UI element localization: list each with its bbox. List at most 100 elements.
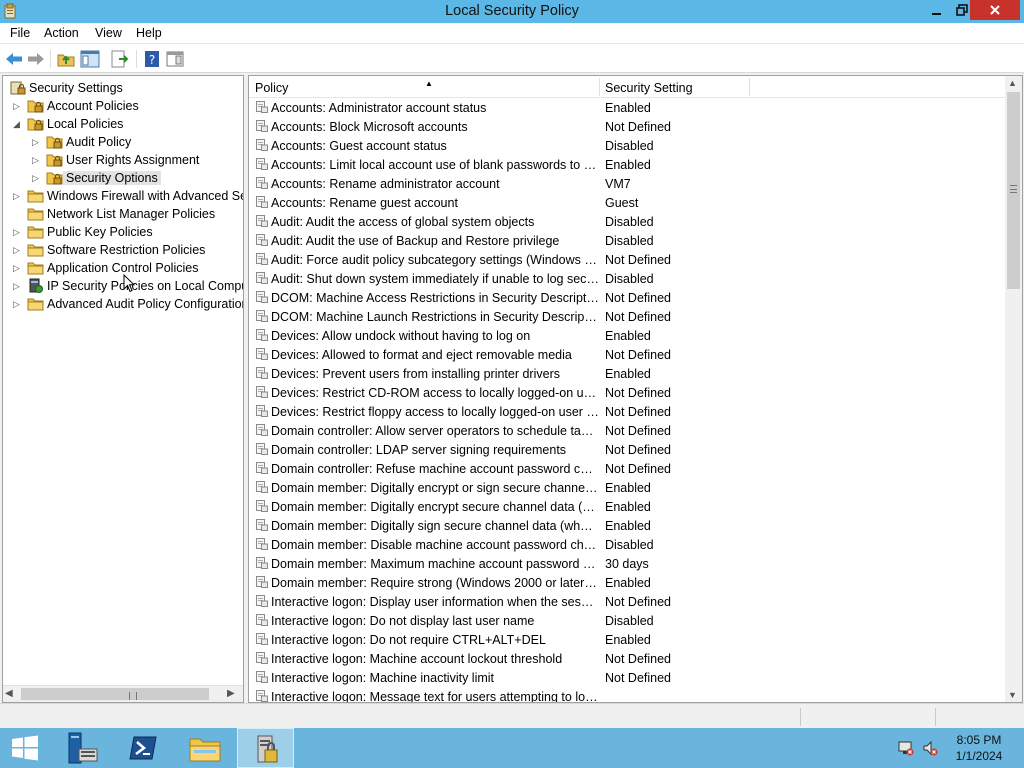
volume-muted-icon[interactable] <box>922 740 938 756</box>
security-setting-value: Guest <box>605 196 639 210</box>
menu-view[interactable]: View <box>95 26 122 40</box>
table-row[interactable]: Accounts: Administrator account status En… <box>249 98 1006 117</box>
table-row[interactable]: Audit: Audit the access of global system… <box>249 212 1006 231</box>
tree-item[interactable]: ▷ User Rights Assignment <box>3 151 243 169</box>
table-row[interactable]: Domain member: Digitally encrypt secure … <box>249 497 1006 516</box>
table-row[interactable]: Domain member: Digitally encrypt or sign… <box>249 478 1006 497</box>
policy-name: Devices: Restrict floppy access to local… <box>271 405 599 419</box>
back-arrow-icon[interactable] <box>4 49 24 69</box>
tree-item[interactable]: Security Settings <box>3 79 243 97</box>
table-row[interactable]: Interactive logon: Message text for user… <box>249 687 1006 702</box>
security-setting-value: Enabled <box>605 101 651 115</box>
table-row[interactable]: Devices: Restrict CD-ROM access to local… <box>249 383 1006 402</box>
tree-item-label: Application Control Policies <box>47 261 199 275</box>
table-row[interactable]: Interactive logon: Display user informat… <box>249 592 1006 611</box>
column-divider[interactable] <box>599 78 600 96</box>
table-row[interactable]: Domain controller: LDAP server signing r… <box>249 440 1006 459</box>
expanded-arrow-icon[interactable]: ◢ <box>13 118 23 130</box>
forward-arrow-icon[interactable] <box>26 49 46 69</box>
tree-item[interactable]: ▷ Public Key Policies <box>3 223 243 241</box>
policy-item-icon <box>256 424 268 436</box>
table-row[interactable]: Domain controller: Refuse machine accoun… <box>249 459 1006 478</box>
start-button[interactable] <box>0 728 57 768</box>
table-row[interactable]: Audit: Force audit policy subcategory se… <box>249 250 1006 269</box>
scroll-up-icon[interactable]: ▲ <box>1008 78 1017 88</box>
table-row[interactable]: Interactive logon: Machine inactivity li… <box>249 668 1006 687</box>
security-setting-value: VM7 <box>605 177 631 191</box>
tree-item[interactable]: Network List Manager Policies <box>3 205 243 223</box>
tree-item[interactable]: ▷ Software Restriction Policies <box>3 241 243 259</box>
table-row[interactable]: Accounts: Limit local account use of bla… <box>249 155 1006 174</box>
taskbar-clock[interactable]: 8:05 PM 1/1/2024 <box>944 732 1014 764</box>
table-row[interactable]: Devices: Allow undock without having to … <box>249 326 1006 345</box>
security-setting-value: Enabled <box>605 500 651 514</box>
file-explorer-button[interactable] <box>177 728 234 768</box>
scroll-thumb[interactable] <box>21 688 209 700</box>
collapsed-arrow-icon[interactable]: ▷ <box>13 280 23 292</box>
table-row[interactable]: DCOM: Machine Launch Restrictions in Sec… <box>249 307 1006 326</box>
tree-horizontal-scrollbar[interactable]: ◀ ▶ <box>3 685 243 702</box>
table-row[interactable]: Domain member: Maximum machine account p… <box>249 554 1006 573</box>
collapsed-arrow-icon[interactable]: ▷ <box>13 190 23 202</box>
collapsed-arrow-icon[interactable]: ▷ <box>32 154 42 166</box>
collapsed-arrow-icon[interactable]: ▷ <box>13 298 23 310</box>
tree-item[interactable]: ▷ Account Policies <box>3 97 243 115</box>
server-manager-button[interactable] <box>57 728 114 768</box>
collapsed-arrow-icon[interactable]: ▷ <box>32 172 42 184</box>
column-header-security-setting[interactable]: Security Setting <box>605 76 745 98</box>
column-header-policy[interactable]: Policy ▲ <box>255 76 599 98</box>
table-row[interactable]: Domain controller: Allow server operator… <box>249 421 1006 440</box>
close-button[interactable] <box>970 0 1020 20</box>
table-row[interactable]: Devices: Allowed to format and eject rem… <box>249 345 1006 364</box>
tree-item[interactable]: ▷ Audit Policy <box>3 133 243 151</box>
collapsed-arrow-icon[interactable]: ▷ <box>13 244 23 256</box>
security-setting-value: Disabled <box>605 272 654 286</box>
up-folder-icon[interactable] <box>56 49 76 69</box>
table-row[interactable]: Devices: Restrict floppy access to local… <box>249 402 1006 421</box>
policy-item-icon <box>256 652 268 664</box>
scroll-left-icon[interactable]: ◀ <box>5 688 17 700</box>
scroll-thumb[interactable] <box>1007 92 1020 289</box>
show-hide-console-tree-icon[interactable] <box>80 49 100 69</box>
table-row[interactable]: Domain member: Digitally sign secure cha… <box>249 516 1006 535</box>
help-icon[interactable]: ? <box>142 49 162 69</box>
menu-help[interactable]: Help <box>136 26 162 40</box>
menu-action[interactable]: Action <box>44 26 79 40</box>
scroll-right-icon[interactable]: ▶ <box>227 688 239 700</box>
title-bar[interactable]: Local Security Policy <box>0 0 1024 23</box>
scroll-down-icon[interactable]: ▼ <box>1008 690 1017 700</box>
collapsed-arrow-icon[interactable]: ▷ <box>13 226 23 238</box>
tree-item[interactable]: ▷ Windows Firewall with Advanced Security <box>3 187 243 205</box>
collapsed-arrow-icon[interactable]: ▷ <box>13 100 23 112</box>
table-row[interactable]: Domain member: Disable machine account p… <box>249 535 1006 554</box>
table-row[interactable]: Audit: Audit the use of Backup and Resto… <box>249 231 1006 250</box>
tree-item[interactable]: ▷ Advanced Audit Policy Configuration <box>3 295 243 313</box>
policy-item-icon <box>256 500 268 512</box>
column-divider[interactable] <box>749 78 750 96</box>
table-row[interactable]: Devices: Prevent users from installing p… <box>249 364 1006 383</box>
collapsed-arrow-icon[interactable]: ▷ <box>13 262 23 274</box>
export-list-icon[interactable] <box>110 49 130 69</box>
table-row[interactable]: Accounts: Rename administrator account VM… <box>249 174 1006 193</box>
table-row[interactable]: Accounts: Rename guest account Guest <box>249 193 1006 212</box>
powershell-button[interactable] <box>114 728 171 768</box>
list-vertical-scrollbar[interactable]: ▲ ▼ <box>1005 76 1022 702</box>
policy-list-pane[interactable]: Policy ▲ Security Setting Accounts: Admi… <box>248 75 1023 703</box>
console-tree[interactable]: Security Settings ▷ Account Policies ◢ Local… <box>2 75 244 703</box>
table-row[interactable]: Accounts: Guest account status Disabled <box>249 136 1006 155</box>
policy-name: Domain member: Digitally encrypt or sign… <box>271 481 599 495</box>
table-row[interactable]: Domain member: Require strong (Windows 2… <box>249 573 1006 592</box>
table-row[interactable]: Interactive logon: Machine account locko… <box>249 649 1006 668</box>
tree-item[interactable]: ◢ Local Policies <box>3 115 243 133</box>
tree-item[interactable]: ▷ Security Options <box>3 169 243 187</box>
table-row[interactable]: Accounts: Block Microsoft accounts Not De… <box>249 117 1006 136</box>
table-row[interactable]: Audit: Shut down system immediately if u… <box>249 269 1006 288</box>
network-icon[interactable] <box>898 740 914 756</box>
menu-file[interactable]: File <box>10 26 30 40</box>
show-action-pane-icon[interactable] <box>165 49 185 69</box>
table-row[interactable]: Interactive logon: Do not require CTRL+A… <box>249 630 1006 649</box>
collapsed-arrow-icon[interactable]: ▷ <box>32 136 42 148</box>
local-security-policy-button[interactable] <box>237 728 294 768</box>
table-row[interactable]: Interactive logon: Do not display last u… <box>249 611 1006 630</box>
table-row[interactable]: DCOM: Machine Access Restrictions in Sec… <box>249 288 1006 307</box>
